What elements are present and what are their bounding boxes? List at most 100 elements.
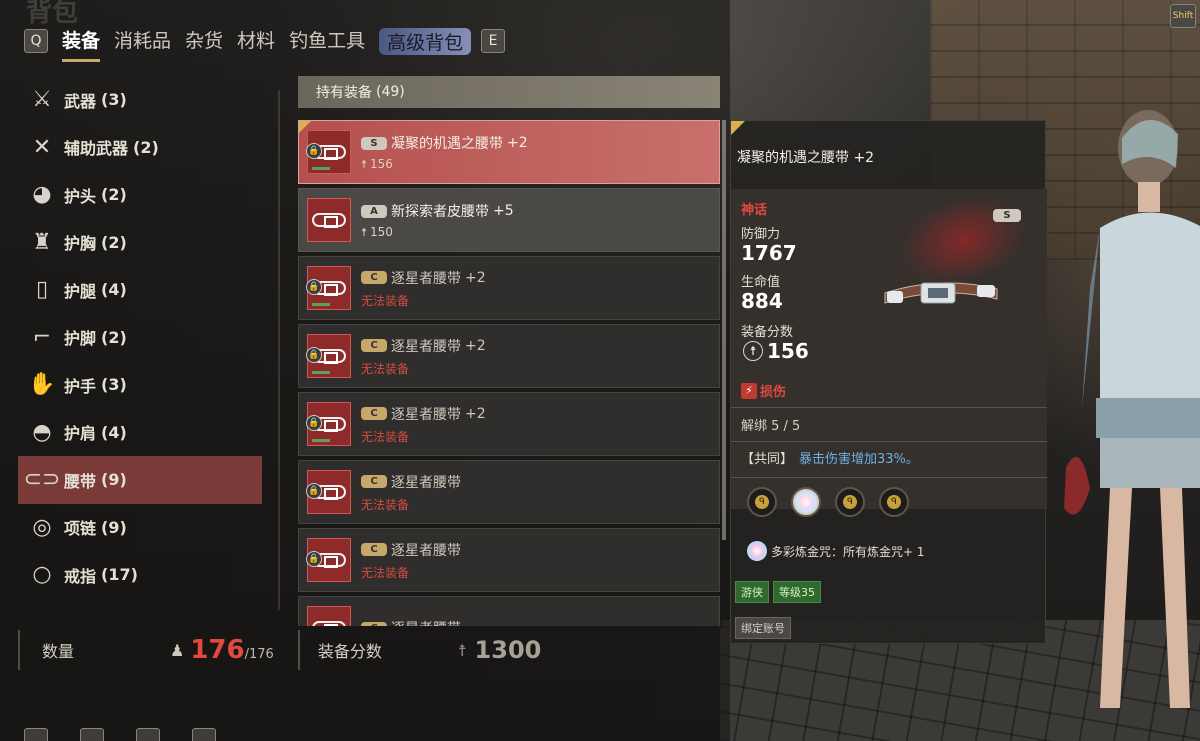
category-count: (2)	[101, 185, 127, 205]
category-ring[interactable]: ○ 戒指 (17)	[18, 551, 262, 599]
hint-item[interactable]	[24, 728, 54, 741]
grade-badge: S	[993, 209, 1021, 222]
socket-slot[interactable]	[791, 487, 821, 517]
item-status: 无法装备	[361, 429, 410, 444]
item-name: 逐星者腰带	[391, 338, 461, 355]
shift-key-hint[interactable]: Shift	[1170, 4, 1196, 28]
hint-item[interactable]	[136, 728, 166, 741]
quantity-label: 数量	[42, 642, 75, 661]
panel-divider	[278, 90, 280, 610]
item-enhance: +2	[465, 269, 486, 286]
socket-slot[interactable]: ᑫ	[835, 487, 865, 517]
tab-materials[interactable]: 材料	[237, 26, 275, 56]
inventory-stats-bar: 数量 ♟ 176 /176 装备分数 ☨ 1300	[18, 628, 730, 672]
key-hints	[24, 728, 248, 741]
list-scrollbar[interactable]	[722, 120, 726, 540]
hp-value: 884	[741, 289, 783, 313]
item-enhance: +2	[465, 405, 486, 422]
tab-consumables[interactable]: 消耗品	[114, 26, 171, 56]
detail-grade-label: 神话	[741, 203, 768, 218]
category-label: 辅助武器	[64, 139, 129, 159]
requirement-tags: 游侠 等级35	[735, 581, 825, 603]
category-count: (9)	[101, 517, 127, 537]
tab-premium-bag[interactable]: 高级背包	[379, 27, 472, 55]
equipment-list-item[interactable]: 🔒 C 逐星者腰带 +2 无法装备	[298, 256, 720, 320]
category-label: 护脚	[64, 329, 97, 349]
quantity-max: /176	[244, 646, 274, 662]
lock-icon: 🔒	[306, 551, 322, 567]
gear-score-value: 156	[767, 339, 809, 363]
gear-score-icon: ☨	[361, 225, 367, 239]
sword-icon: ⚔	[32, 87, 52, 113]
item-name: 逐星者腰带	[391, 270, 461, 287]
damage-label: 损伤	[760, 385, 787, 400]
tab-prev-key[interactable]: Q	[24, 29, 48, 53]
equipment-list-item[interactable]: 🔒 C 逐星者腰带 无法装备	[298, 528, 720, 592]
equipment-list-item[interactable]: C 逐星者腰带	[298, 596, 720, 626]
belt-item-icon: 🔒	[306, 266, 351, 310]
category-hands[interactable]: ✋ 护手 (3)	[18, 361, 262, 409]
item-status: 无法装备	[361, 565, 410, 580]
tab-misc[interactable]: 杂货	[185, 26, 223, 56]
category-count: (17)	[101, 565, 138, 585]
helmet-icon: ◕	[32, 182, 52, 208]
equipment-list-item[interactable]: A 新探索者皮腰带 +5 ☨ 150	[298, 188, 720, 252]
category-label: 项链	[64, 519, 97, 539]
category-feet[interactable]: ⌐ 护脚 (2)	[18, 314, 262, 362]
quantity-value: 176	[190, 635, 245, 665]
equipment-list-item[interactable]: 🔒 C 逐星者腰带 +2 无法装备	[298, 324, 720, 388]
effect-prefix: 【共同】	[741, 452, 794, 467]
category-label: 护头	[64, 186, 97, 206]
tab-equipment[interactable]: 装备	[62, 26, 101, 62]
category-belt[interactable]: ⊂⊃ 腰带 (9)	[18, 456, 262, 504]
equipment-list-item[interactable]: 🔒 C 逐星者腰带 +2 无法装备	[298, 392, 720, 456]
belt-item-icon	[307, 606, 351, 626]
category-weapon[interactable]: ⚔ 武器 (3)	[18, 76, 262, 124]
necklace-icon: ◎	[32, 514, 52, 540]
category-head[interactable]: ◕ 护头 (2)	[18, 171, 262, 219]
category-chest[interactable]: ♜ 护胸 (2)	[18, 219, 262, 267]
lock-icon: 🔒	[306, 415, 322, 431]
tab-next-key[interactable]: E	[481, 29, 506, 53]
grade-badge: C	[361, 339, 387, 352]
gear-score-total: 1300	[474, 636, 542, 664]
equipment-list[interactable]: 🔒 S 凝聚的机遇之腰带 +2 ☨ 156 A 新探索者皮腰带 +5 ☨ 150 🔒…	[298, 120, 720, 626]
item-name: 逐星者腰带	[391, 618, 461, 626]
detail-stats-area: 神话 S 防御力 1767 生命值 884 装备分数 ☨ 156 ⚡ 损伤 解绑…	[731, 189, 1047, 509]
category-legs[interactable]: ▯ 护腿 (4)	[18, 266, 262, 314]
category-necklace[interactable]: ◎ 项链 (9)	[18, 504, 262, 552]
owned-equipment-header: 持有装备 (49)	[298, 76, 720, 108]
socket-slot[interactable]: ᑫ	[879, 487, 909, 517]
tab-fishing-tools[interactable]: 钓鱼工具	[289, 26, 365, 56]
belt-item-icon: 🔒	[306, 402, 351, 446]
chest-armor-icon: ♜	[32, 229, 52, 255]
item-name: 新探索者皮腰带	[391, 204, 489, 220]
alchemy-effect: 多彩炼金咒：所有炼金咒+ 1	[747, 541, 925, 561]
socket-slot[interactable]: ᑫ	[747, 487, 777, 517]
hint-item[interactable]	[192, 728, 222, 741]
belt-item-icon: 🔒	[306, 538, 351, 582]
equipment-list-item[interactable]: 🔒 S 凝聚的机遇之腰带 +2 ☨ 156	[298, 120, 720, 184]
belt-item-icon	[307, 198, 351, 242]
item-enhance: +5	[493, 203, 514, 219]
category-label: 护胸	[64, 234, 97, 254]
gear-score-icon: ☨	[361, 157, 367, 171]
belt-image	[884, 282, 998, 304]
detail-item-name: 凝聚的机遇之腰带 +2	[737, 150, 875, 166]
shoulder-armor-icon: ◓	[32, 419, 52, 445]
category-secondary-weapon[interactable]: ✕ 辅助武器 (2)	[18, 124, 262, 172]
grade-badge: C	[361, 407, 387, 420]
item-status: 无法装备	[361, 361, 410, 376]
grade-badge: C	[361, 271, 387, 284]
grade-badge: C	[361, 543, 387, 556]
item-gear-score: 150	[370, 225, 393, 239]
character-figure	[1064, 110, 1200, 708]
class-tag: 游侠	[735, 581, 769, 603]
hint-item[interactable]	[80, 728, 110, 741]
category-shoulders[interactable]: ◓ 护肩 (4)	[18, 409, 262, 457]
lock-icon: 🔒	[306, 279, 322, 295]
level-tag: 等级35	[773, 581, 821, 603]
category-tabs: Q 装备 消耗品 杂货 材料 钓鱼工具 高级背包 E	[24, 24, 506, 62]
boots-icon: ⌐	[32, 324, 52, 350]
equipment-list-item[interactable]: 🔒 C 逐星者腰带 无法装备	[298, 460, 720, 524]
